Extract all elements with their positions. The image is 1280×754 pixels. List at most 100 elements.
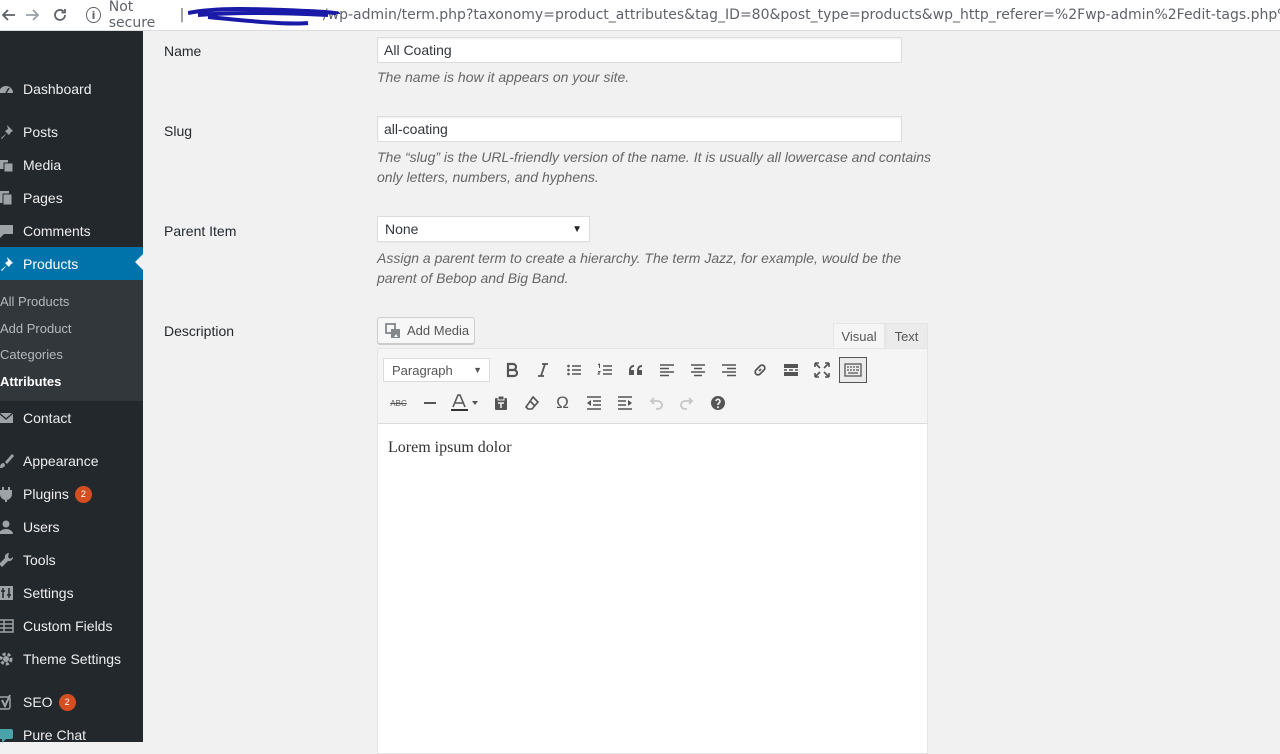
editor-content-area[interactable]: Lorem ipsum dolor: [377, 424, 928, 754]
indent-icon[interactable]: [609, 389, 640, 417]
products-submenu: All Products Add Product Categories Attr…: [0, 280, 143, 401]
submenu-item-all-products[interactable]: All Products: [0, 294, 69, 309]
sidebar-item-appearance[interactable]: Appearance: [0, 446, 143, 476]
special-character-icon[interactable]: Ω: [547, 389, 578, 417]
tab-text[interactable]: Text: [885, 323, 928, 348]
sidebar-item-comments[interactable]: Comments: [0, 216, 143, 246]
redaction-scribble: [188, 7, 341, 26]
dropdown-arrow-icon: ▼: [473, 365, 482, 375]
text-color-icon[interactable]: [445, 389, 485, 417]
brush-icon: [0, 453, 14, 469]
media-icon: [0, 157, 14, 173]
submenu-item-categories[interactable]: Categories: [0, 347, 63, 362]
seo-icon: [0, 694, 14, 710]
sidebar-item-label: Plugins: [23, 486, 69, 502]
sidebar-item-label: Users: [23, 519, 60, 535]
sidebar-item-label: Media: [23, 157, 62, 173]
paste-as-text-icon[interactable]: [485, 389, 516, 417]
tab-visual[interactable]: Visual: [833, 323, 885, 348]
update-count-badge: 2: [58, 693, 76, 711]
sidebar-item-label: Appearance: [23, 453, 99, 469]
wrench-icon: [0, 552, 14, 568]
plug-icon: [0, 486, 14, 502]
add-media-label: Add Media: [407, 323, 470, 338]
name-description: The name is how it appears on your site.: [377, 69, 630, 85]
sidebar-item-label: Theme Settings: [23, 651, 122, 667]
sidebar-item-plugins[interactable]: Plugins 2: [0, 479, 143, 509]
info-icon[interactable]: i: [86, 7, 101, 23]
name-input[interactable]: [377, 37, 902, 63]
sidebar-item-dashboard[interactable]: Dashboard: [0, 74, 143, 104]
sidebar-item-media[interactable]: Media: [0, 150, 143, 180]
sidebar-item-contact[interactable]: Contact: [0, 403, 143, 433]
fullscreen-icon[interactable]: [806, 356, 837, 384]
sidebar-item-label: Contact: [23, 410, 72, 426]
parent-item-description: Assign a parent term to create a hierarc…: [377, 250, 902, 286]
sidebar-item-label: SEO: [23, 694, 53, 710]
pages-icon: [0, 190, 14, 206]
outdent-icon[interactable]: [578, 389, 609, 417]
horizontal-line-icon[interactable]: [414, 389, 445, 417]
sidebar-item-pure-chat[interactable]: Pure Chat: [0, 720, 143, 750]
slug-description: The “slug” is the URL-friendly version o…: [377, 149, 932, 185]
slug-input[interactable]: [377, 116, 902, 142]
link-icon[interactable]: [744, 356, 775, 384]
pin-icon: [0, 256, 14, 272]
align-right-icon[interactable]: [713, 356, 744, 384]
gear-icon: [0, 651, 14, 667]
user-icon: [0, 519, 14, 535]
sidebar-item-label: Posts: [23, 124, 59, 140]
strikethrough-icon[interactable]: ABC: [383, 389, 414, 417]
name-label: Name: [164, 43, 202, 59]
help-icon[interactable]: [702, 389, 733, 417]
url-separator: |: [179, 7, 185, 23]
description-label: Description: [164, 323, 235, 339]
clear-formatting-icon[interactable]: [516, 389, 547, 417]
media-icon: [385, 322, 401, 339]
parent-item-select[interactable]: None ▼: [377, 216, 590, 242]
toolbar-toggle-icon[interactable]: [839, 357, 867, 383]
bold-icon[interactable]: [496, 356, 527, 384]
sidebar-item-pages[interactable]: Pages: [0, 183, 143, 213]
sidebar-item-theme-settings[interactable]: Theme Settings: [0, 644, 143, 674]
dropdown-arrow-icon: ▼: [572, 223, 582, 235]
format-select[interactable]: Paragraph ▼: [383, 358, 490, 382]
sidebar-item-posts[interactable]: Posts: [0, 117, 143, 147]
add-media-button[interactable]: Add Media: [377, 317, 475, 344]
italic-icon[interactable]: [527, 356, 558, 384]
back-icon[interactable]: [0, 0, 18, 30]
security-indicator[interactable]: Not secure: [109, 0, 176, 31]
redo-icon[interactable]: [671, 389, 702, 417]
address-bar-url[interactable]: /wp-admin/term.php?taxonomy=product_attr…: [323, 7, 1280, 23]
grid-icon: [0, 618, 14, 634]
toolbar-row-1: Paragraph ▼: [383, 356, 867, 384]
numbered-list-icon[interactable]: [589, 356, 620, 384]
read-more-icon[interactable]: [775, 356, 806, 384]
bulleted-list-icon[interactable]: [558, 356, 589, 384]
active-indicator: [135, 254, 143, 270]
sidebar-item-label: Pure Chat: [23, 727, 87, 743]
align-left-icon[interactable]: [651, 356, 682, 384]
editor-toolbar: Paragraph ▼ ABC Ω: [377, 348, 928, 424]
align-center-icon[interactable]: [682, 356, 713, 384]
submenu-item-add-product[interactable]: Add Product: [0, 321, 72, 336]
sidebar-item-label: Pages: [23, 190, 63, 206]
submenu-item-attributes[interactable]: Attributes: [0, 374, 61, 389]
sidebar-item-products[interactable]: Products: [0, 247, 143, 280]
parent-item-selected: None: [385, 221, 419, 237]
blockquote-icon[interactable]: [620, 356, 651, 384]
sidebar-item-custom-fields[interactable]: Custom Fields: [0, 611, 143, 641]
undo-icon[interactable]: [640, 389, 671, 417]
sidebar-item-label: Products: [23, 255, 79, 272]
sidebar-item-tools[interactable]: Tools: [0, 545, 143, 575]
forward-icon[interactable]: [18, 0, 46, 30]
sidebar-item-label: Tools: [23, 552, 56, 568]
sidebar-item-settings[interactable]: Settings: [0, 578, 143, 608]
admin-sidebar: Dashboard Posts Media Pages Comments Pro…: [0, 31, 143, 743]
parent-item-label: Parent Item: [164, 223, 237, 239]
reload-icon[interactable]: [46, 0, 74, 30]
sidebar-item-users[interactable]: Users: [0, 512, 143, 542]
browser-toolbar: i Not secure | /wp-admin/term.php?taxono…: [0, 0, 1280, 31]
editor-text[interactable]: Lorem ipsum dolor: [388, 439, 512, 457]
sidebar-item-seo[interactable]: SEO 2: [0, 687, 143, 717]
